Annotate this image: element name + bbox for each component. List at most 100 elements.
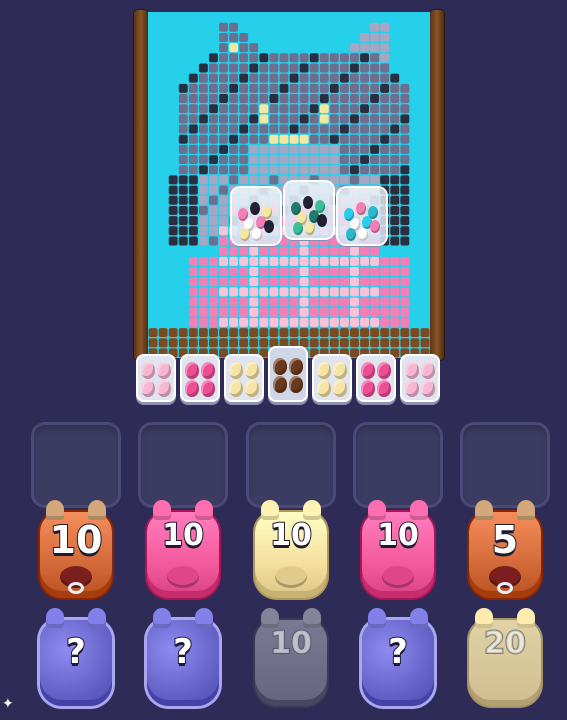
creature-pink-10-b[interactable]: 10 bbox=[356, 500, 440, 600]
ear bbox=[303, 608, 321, 628]
ear bbox=[368, 500, 386, 520]
tray-egg bbox=[185, 362, 199, 379]
tray-egg bbox=[289, 376, 303, 393]
creature-count: 10 bbox=[269, 517, 313, 554]
ear bbox=[475, 608, 493, 628]
creature-gray-10[interactable]: 10 bbox=[249, 608, 333, 708]
tray-egg bbox=[185, 380, 199, 397]
pig-snout bbox=[275, 566, 307, 588]
creature-count: 5 bbox=[491, 517, 519, 563]
board-post-left bbox=[134, 10, 148, 360]
ear bbox=[261, 608, 279, 628]
tray-brown[interactable] bbox=[268, 346, 308, 402]
tray-egg bbox=[333, 362, 347, 379]
creature-count: 10 bbox=[269, 625, 313, 662]
creature-bull-10[interactable]: 10 bbox=[34, 500, 118, 600]
jar-egg bbox=[356, 202, 366, 215]
jar-mixed-1[interactable] bbox=[232, 188, 280, 244]
horn bbox=[46, 500, 64, 520]
egg-tray-row bbox=[134, 346, 446, 408]
nose-ring bbox=[68, 582, 84, 594]
game-screen: 10 10 10 10 5 ?? 10? 20 ✦ bbox=[0, 0, 567, 720]
jar-egg bbox=[305, 222, 315, 235]
tray-egg bbox=[245, 380, 259, 397]
tray-egg bbox=[157, 380, 171, 397]
ear bbox=[303, 500, 321, 520]
creature-mystery-3[interactable]: ? bbox=[356, 608, 440, 708]
creature-count: 10 bbox=[49, 517, 104, 563]
tray-pink-light-2[interactable] bbox=[400, 354, 440, 402]
horn bbox=[88, 500, 106, 520]
pig-snout bbox=[382, 566, 414, 588]
jar-egg bbox=[264, 220, 274, 233]
tray-cream[interactable] bbox=[224, 354, 264, 402]
horn bbox=[475, 500, 493, 520]
creature-mystery-2[interactable]: ? bbox=[141, 608, 225, 708]
tray-egg bbox=[245, 362, 259, 379]
jar-egg bbox=[293, 222, 303, 235]
creature-pink-10[interactable]: 10 bbox=[141, 500, 225, 600]
jar-egg bbox=[358, 228, 368, 241]
empty-slot[interactable] bbox=[460, 422, 550, 508]
tray-egg bbox=[201, 362, 215, 379]
tray-egg bbox=[317, 380, 331, 397]
jar-mixed-3[interactable] bbox=[338, 188, 386, 244]
creature-count: ? bbox=[387, 631, 409, 673]
tray-egg bbox=[421, 362, 435, 379]
tray-egg bbox=[377, 362, 391, 379]
jar-egg bbox=[240, 228, 250, 241]
pig-snout bbox=[167, 566, 199, 588]
ear bbox=[368, 608, 386, 628]
tray-egg bbox=[405, 380, 419, 397]
tray-cream-2[interactable] bbox=[312, 354, 352, 402]
tray-egg bbox=[421, 380, 435, 397]
tray-pink-2[interactable] bbox=[356, 354, 396, 402]
tray-pink[interactable] bbox=[180, 354, 220, 402]
tray-egg bbox=[377, 380, 391, 397]
tray-egg bbox=[273, 358, 287, 375]
empty-slot[interactable] bbox=[31, 422, 121, 508]
tray-egg bbox=[317, 362, 331, 379]
ear bbox=[46, 608, 64, 628]
tray-egg bbox=[289, 358, 303, 375]
tray-pink-light[interactable] bbox=[136, 354, 176, 402]
creature-cream-20[interactable]: 20 bbox=[463, 608, 547, 708]
tray-egg bbox=[141, 380, 155, 397]
jar-egg bbox=[346, 228, 356, 241]
ear bbox=[261, 500, 279, 520]
creature-bull-5[interactable]: 5 bbox=[463, 500, 547, 600]
tray-egg bbox=[333, 380, 347, 397]
creature-cream-10[interactable]: 10 bbox=[249, 500, 333, 600]
tray-egg bbox=[201, 380, 215, 397]
ear bbox=[153, 608, 171, 628]
jar-egg bbox=[370, 220, 380, 233]
tray-egg bbox=[157, 362, 171, 379]
nose-ring bbox=[497, 582, 513, 594]
tray-egg bbox=[229, 362, 243, 379]
sparkle-icon: ✦ bbox=[2, 696, 14, 712]
ear bbox=[410, 608, 428, 628]
ear bbox=[410, 500, 428, 520]
tray-egg bbox=[229, 380, 243, 397]
empty-slot[interactable] bbox=[353, 422, 443, 508]
creature-count: 20 bbox=[483, 625, 527, 662]
creature-count: ? bbox=[172, 631, 194, 673]
empty-slot[interactable] bbox=[138, 422, 228, 508]
ear bbox=[517, 608, 535, 628]
ear bbox=[88, 608, 106, 628]
ear bbox=[195, 500, 213, 520]
jar-egg bbox=[252, 228, 262, 241]
jar-egg bbox=[303, 196, 313, 209]
tray-egg bbox=[405, 362, 419, 379]
empty-slot[interactable] bbox=[246, 422, 336, 508]
creature-mystery-1[interactable]: ? bbox=[34, 608, 118, 708]
creature-count: 10 bbox=[376, 517, 420, 554]
creature-count: ? bbox=[65, 631, 87, 673]
creature-count: 10 bbox=[161, 517, 205, 554]
jar-egg bbox=[317, 214, 327, 227]
horn bbox=[517, 500, 535, 520]
tray-egg bbox=[273, 376, 287, 393]
jar-egg bbox=[250, 202, 260, 215]
tray-egg bbox=[141, 362, 155, 379]
jar-mixed-2[interactable] bbox=[285, 182, 333, 238]
